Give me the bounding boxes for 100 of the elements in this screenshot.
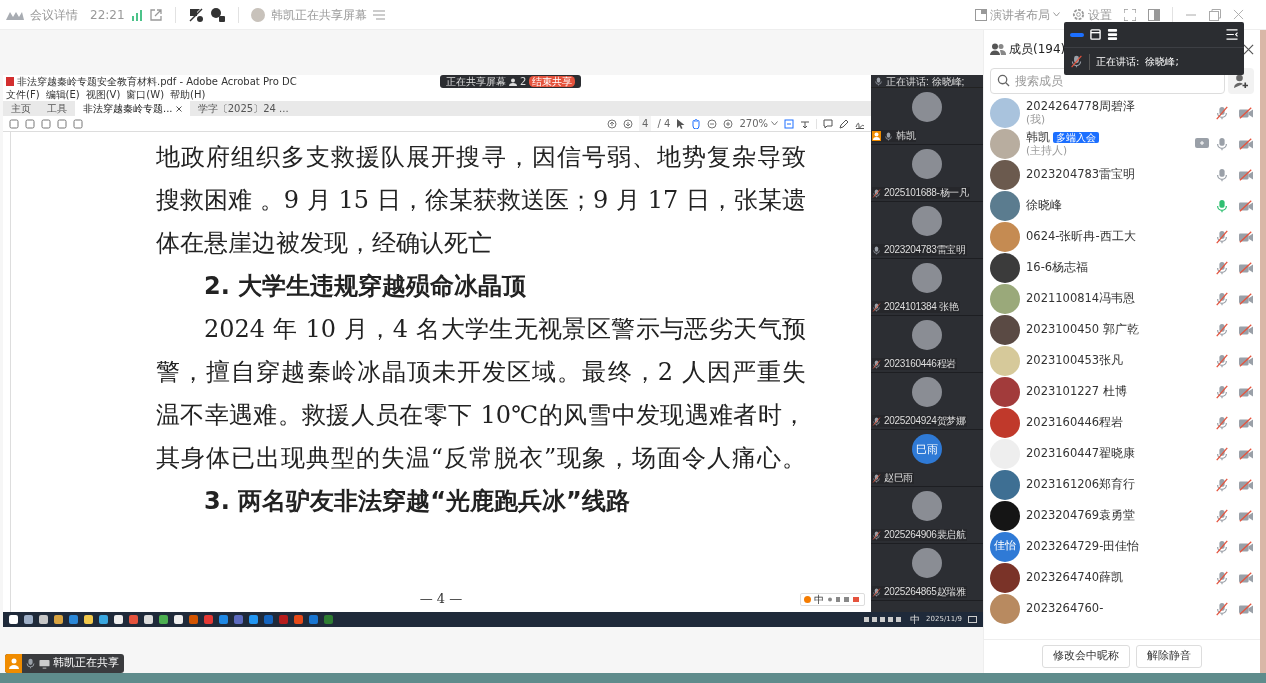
mic-muted-icon[interactable]: [1215, 570, 1229, 585]
video-tile[interactable]: 2025101688-杨一凡: [871, 149, 983, 202]
microphone-icon[interactable]: [1215, 136, 1229, 151]
mic-muted-icon[interactable]: [1215, 291, 1229, 306]
menu-item[interactable]: 窗口(W): [126, 88, 165, 101]
mic-muted-icon[interactable]: [1215, 601, 1229, 616]
camera-off-icon[interactable]: [1238, 384, 1254, 399]
collapse-icon[interactable]: [1226, 29, 1238, 40]
avatar: [990, 221, 1020, 252]
member-row[interactable]: 2024264778周碧泽 (我): [984, 97, 1260, 128]
ime-mode[interactable]: 中: [910, 614, 921, 625]
camera-off-icon[interactable]: [1238, 446, 1254, 461]
member-row[interactable]: 2023160447翟晓康: [984, 438, 1260, 469]
menu-item[interactable]: 帮助(H): [170, 88, 206, 101]
member-row[interactable]: 2023101227 杜博: [984, 376, 1260, 407]
zoom-field[interactable]: 270%: [739, 116, 778, 131]
camera-off-icon[interactable]: [1238, 570, 1254, 585]
page-up-icon[interactable]: [607, 118, 618, 129]
mic-muted-icon[interactable]: [1215, 446, 1229, 461]
mic-muted-icon[interactable]: [1215, 477, 1229, 492]
microphone-icon[interactable]: [1215, 167, 1229, 182]
ime-mode[interactable]: 中: [814, 594, 824, 605]
camera-off-icon[interactable]: [1238, 601, 1254, 616]
comment-icon[interactable]: [823, 118, 833, 129]
member-row[interactable]: 2023264740薛凯: [984, 562, 1260, 593]
mic-muted-icon[interactable]: [1215, 415, 1229, 430]
member-row[interactable]: 徐晓峰: [984, 190, 1260, 221]
stack-icon[interactable]: [1107, 29, 1118, 40]
camera-off-icon[interactable]: [1238, 322, 1254, 337]
ime-tools-icon[interactable]: [827, 596, 861, 603]
member-row[interactable]: 2023161206郑育行: [984, 469, 1260, 500]
video-tile[interactable]: 巳雨 赵巳雨: [871, 434, 983, 487]
camera-off-icon[interactable]: [1238, 198, 1254, 213]
window-icon[interactable]: [1090, 29, 1101, 40]
restore-icon[interactable]: [1209, 8, 1221, 21]
member-row[interactable]: 韩凯 多端入会 (主持人): [984, 128, 1260, 159]
close-icon[interactable]: [1243, 43, 1254, 55]
mic-muted-icon[interactable]: [1215, 229, 1229, 244]
menu-item[interactable]: 文件(F): [6, 88, 40, 101]
member-row[interactable]: 2021100814冯韦恩: [984, 283, 1260, 314]
mic-muted-icon[interactable]: [1215, 539, 1229, 554]
camera-off-icon[interactable]: [1238, 477, 1254, 492]
document-tab[interactable]: 工具: [39, 101, 75, 116]
mic-muted-icon[interactable]: [1215, 260, 1229, 275]
scroll-mode-icon[interactable]: [800, 118, 810, 129]
member-icon[interactable]: [509, 77, 517, 86]
camera-off-icon[interactable]: [1238, 415, 1254, 430]
microphone-icon[interactable]: [1215, 198, 1229, 213]
member-row[interactable]: 2023204769袁勇堂: [984, 500, 1260, 531]
menu-item[interactable]: 视图(V): [85, 88, 121, 101]
member-row[interactable]: 2023100453张凡: [984, 345, 1260, 376]
member-row[interactable]: 2023160446程岩: [984, 407, 1260, 438]
video-tile[interactable]: 2025264906裴启航: [871, 491, 983, 544]
page-down-icon[interactable]: [623, 118, 634, 129]
footer-button[interactable]: 解除静音: [1136, 645, 1202, 668]
pointer-icon[interactable]: [676, 118, 686, 129]
mic-muted-icon[interactable]: [1215, 322, 1229, 337]
video-tile[interactable]: 2023160446程岩: [871, 320, 983, 373]
camera-off-icon[interactable]: [1238, 508, 1254, 523]
pen-icon[interactable]: [839, 118, 849, 129]
document-tab[interactable]: 学字〔2025〕24 ...: [189, 101, 297, 116]
fit-page-icon[interactable]: [784, 118, 794, 129]
member-row[interactable]: 2023100450 郭广乾: [984, 314, 1260, 345]
sidebar-icon[interactable]: [1148, 8, 1160, 21]
member-row[interactable]: 16-6杨志福: [984, 252, 1260, 283]
camera-off-icon[interactable]: [1238, 136, 1254, 151]
member-row[interactable]: 2023204783雷宝明: [984, 159, 1260, 190]
stop-sharing-button[interactable]: 结束共享: [529, 76, 576, 87]
document-tab[interactable]: 非法穿越秦岭专题...: [75, 101, 190, 116]
video-tile[interactable]: 韩凯: [871, 92, 983, 145]
video-tile[interactable]: 2023204783雷宝明: [871, 206, 983, 259]
popout-icon[interactable]: [148, 7, 163, 22]
camera-off-icon[interactable]: [1238, 291, 1254, 306]
footer-button[interactable]: 修改会中昵称: [1042, 645, 1130, 668]
camera-off-icon[interactable]: [1238, 260, 1254, 275]
member-row[interactable]: 0624-张昕冉-西工大: [984, 221, 1260, 252]
mic-muted-icon[interactable]: [1070, 55, 1083, 68]
mic-muted-icon[interactable]: [1215, 105, 1229, 120]
camera-off-icon[interactable]: [1238, 353, 1254, 368]
document-tab[interactable]: 主页: [3, 101, 39, 116]
camera-off-icon[interactable]: [1238, 105, 1254, 120]
zoom-in-icon[interactable]: [723, 118, 734, 129]
zoom-out-icon[interactable]: [707, 118, 718, 129]
member-row[interactable]: 佳怡 2023264729-田佳怡: [984, 531, 1260, 562]
camera-off-icon[interactable]: [1238, 229, 1254, 244]
video-tile[interactable]: 2024101384 张艳: [871, 263, 983, 316]
video-tile[interactable]: 2025264865赵瑞雅: [871, 548, 983, 601]
fullscreen-icon[interactable]: [1124, 8, 1136, 21]
camera-off-icon[interactable]: [1238, 539, 1254, 554]
close-tab-icon[interactable]: [175, 106, 182, 112]
page-field[interactable]: 4: [639, 116, 652, 131]
mic-muted-icon[interactable]: [1215, 508, 1229, 523]
menu-item[interactable]: 编辑(E): [45, 88, 80, 101]
mic-muted-icon[interactable]: [1215, 353, 1229, 368]
video-tile[interactable]: 2025204924贺梦娜: [871, 377, 983, 430]
hand-icon[interactable]: [691, 118, 702, 129]
signal-icon[interactable]: [130, 8, 143, 21]
camera-off-icon[interactable]: [1238, 167, 1254, 182]
mic-muted-icon[interactable]: [1215, 384, 1229, 399]
member-row[interactable]: 2023264760-: [984, 593, 1260, 624]
